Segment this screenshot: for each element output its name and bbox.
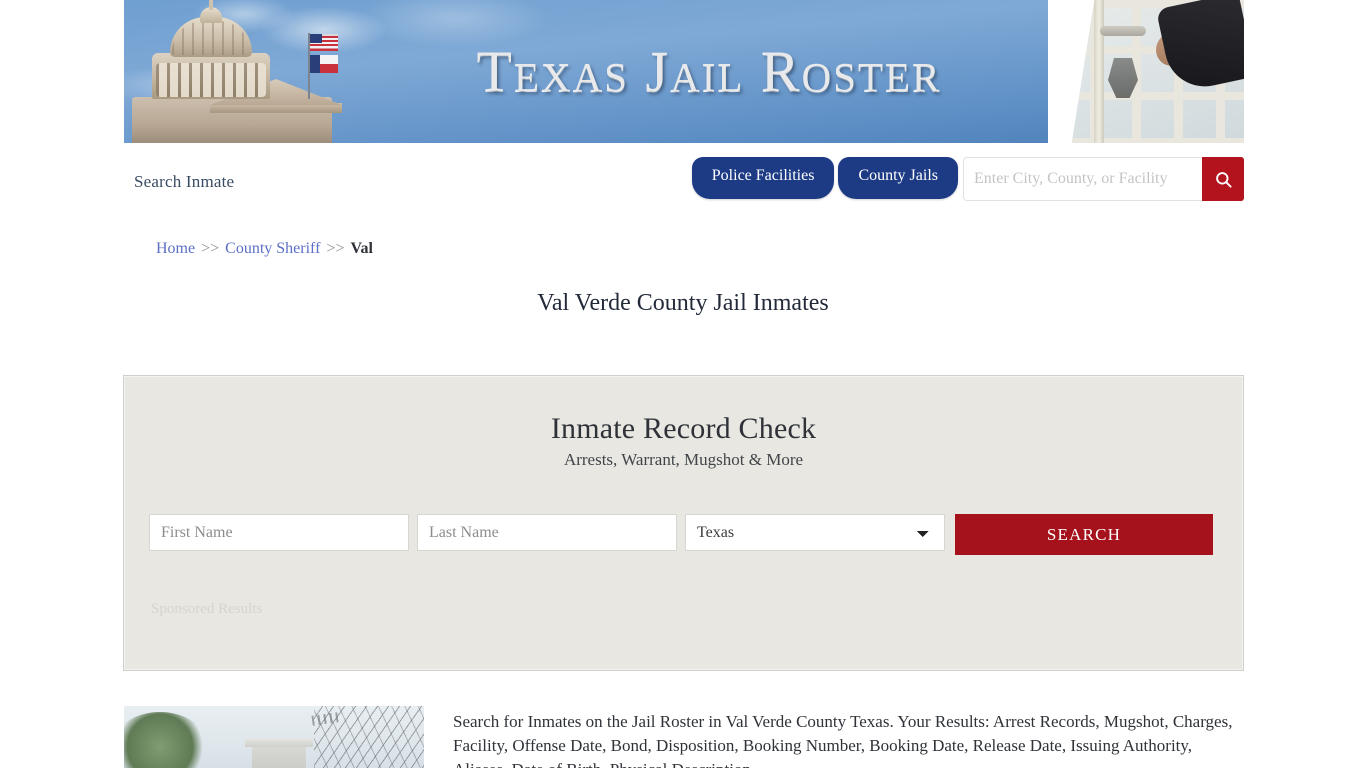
panel-subtitle: Arrests, Warrant, Mugshot & More xyxy=(563,450,804,469)
jail-door-illustration xyxy=(1048,0,1244,143)
nav-police-facilities[interactable]: Police Facilities xyxy=(691,157,835,199)
state-select[interactable]: Texas xyxy=(685,514,945,551)
facility-search-box xyxy=(963,157,1244,201)
us-flag-icon xyxy=(310,34,338,51)
nav-county-jails[interactable]: County Jails xyxy=(838,157,958,199)
breadcrumb-separator-1: >> xyxy=(201,240,220,257)
inmate-search-button[interactable]: SEARCH xyxy=(955,514,1213,555)
page-title: Val Verde County Jail Inmates xyxy=(537,290,829,316)
panel-title: Inmate Record Check xyxy=(550,412,817,445)
breadcrumb-separator-2: >> xyxy=(326,240,345,257)
facility-search-input[interactable] xyxy=(963,157,1202,201)
first-name-input[interactable] xyxy=(149,514,409,551)
site-banner: Texas Jail Roster xyxy=(124,0,1244,143)
content-paragraph: Search for Inmates on the Jail Roster in… xyxy=(453,712,1233,768)
breadcrumb: Home >> County Sheriff >> Val xyxy=(156,240,373,258)
breadcrumb-current: Val xyxy=(350,240,373,257)
breadcrumb-county-sheriff[interactable]: County Sheriff xyxy=(225,240,320,257)
nav-pill-group: Police Facilities County Jails xyxy=(691,157,958,199)
search-icon xyxy=(1215,171,1232,188)
brand-search-inmate[interactable]: Search Inmate xyxy=(134,172,234,192)
sponsored-results-label: Sponsored Results xyxy=(151,601,263,617)
page-root: Texas Jail Roster Search Inmate Police F… xyxy=(0,0,1366,768)
navbar: Search Inmate Police Facilities County J… xyxy=(124,143,1244,223)
breadcrumb-home[interactable]: Home xyxy=(156,240,195,257)
content-thumbnail-image xyxy=(124,706,424,768)
capitol-dome-illustration xyxy=(124,0,374,143)
facility-search-button[interactable] xyxy=(1202,157,1244,201)
texas-flag-icon xyxy=(310,55,338,73)
inmate-record-check-panel: Inmate Record Check Arrests, Warrant, Mu… xyxy=(123,375,1244,671)
inmate-search-form: Texas SEARCH xyxy=(149,514,1215,555)
last-name-input[interactable] xyxy=(417,514,677,551)
